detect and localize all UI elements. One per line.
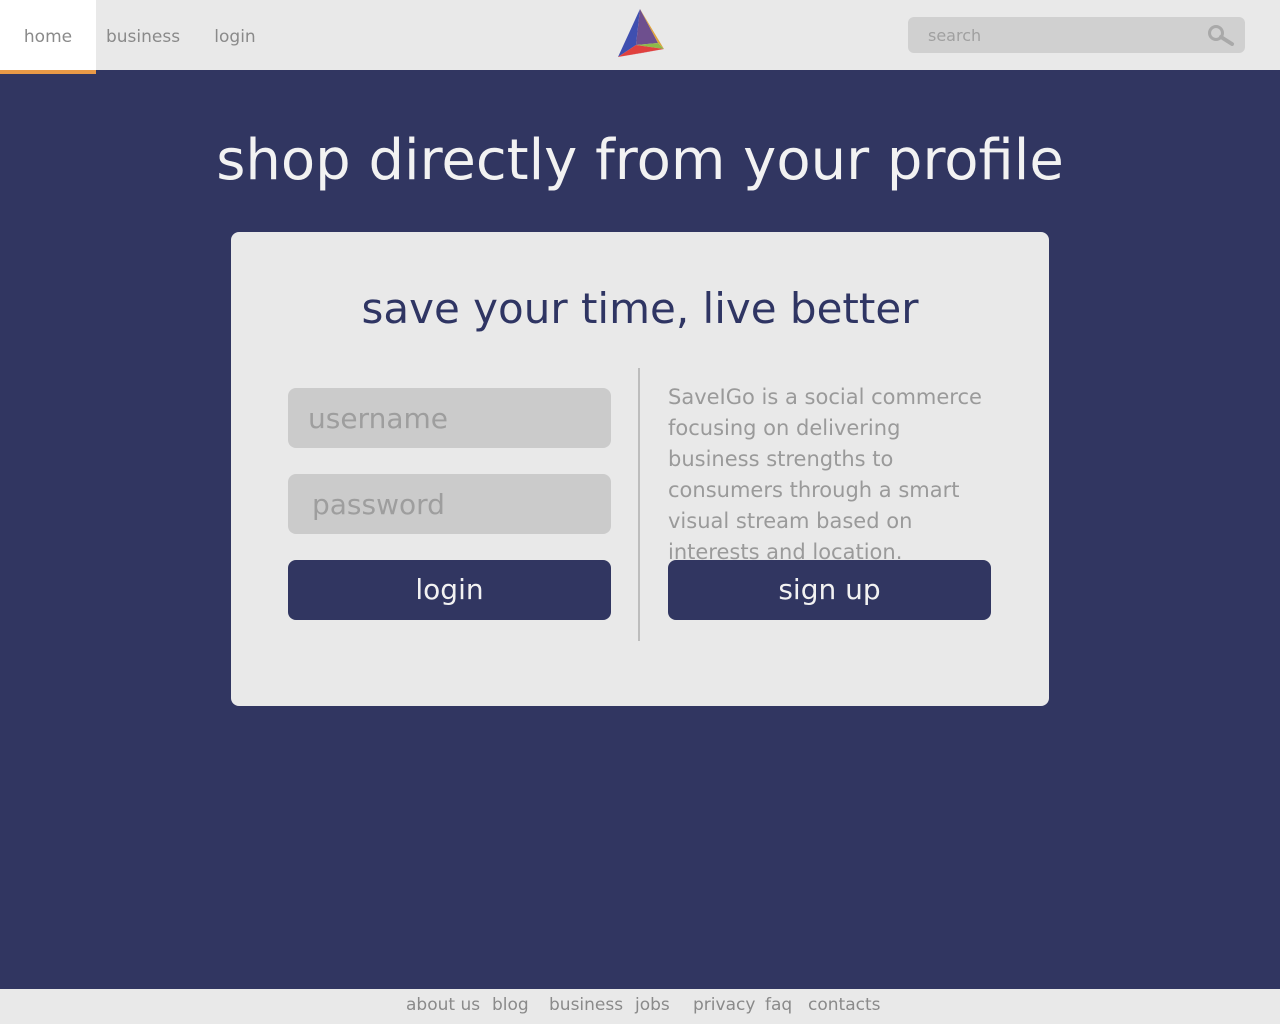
- footer-link-faq[interactable]: faq: [765, 995, 792, 1015]
- username-field[interactable]: [288, 388, 611, 448]
- search-input[interactable]: [908, 17, 1198, 53]
- search-box: [908, 17, 1245, 53]
- footer-link-privacy[interactable]: privacy: [693, 995, 755, 1015]
- card-title: save your time, live better: [361, 284, 919, 333]
- footer-link-blog[interactable]: blog: [492, 995, 529, 1015]
- search-icon[interactable]: [1207, 24, 1235, 46]
- nav-item-home[interactable]: home: [0, 0, 96, 74]
- hero-title: shop directly from your profile: [216, 128, 1064, 193]
- footer-link-business[interactable]: business: [549, 995, 623, 1015]
- description-text: SaveIGo is a social commerce focusing on…: [668, 385, 982, 564]
- main-nav: home business login: [0, 0, 279, 74]
- password-field[interactable]: [288, 474, 611, 534]
- signup-button[interactable]: sign up: [668, 560, 991, 620]
- login-button[interactable]: login: [288, 560, 611, 620]
- footer-link-about-us[interactable]: about us: [406, 995, 480, 1015]
- nav-item-business[interactable]: business: [95, 0, 191, 70]
- vertical-divider: [638, 368, 640, 641]
- top-navigation-bar: home business login: [0, 0, 1280, 74]
- logo-icon[interactable]: [614, 7, 666, 61]
- nav-item-login[interactable]: login: [191, 0, 279, 70]
- footer: about us blog business jobs privacy faq …: [0, 989, 1280, 1024]
- footer-link-jobs[interactable]: jobs: [635, 995, 670, 1015]
- login-card: save your time, live better login SaveIG…: [231, 232, 1049, 706]
- footer-link-contacts[interactable]: contacts: [808, 995, 880, 1015]
